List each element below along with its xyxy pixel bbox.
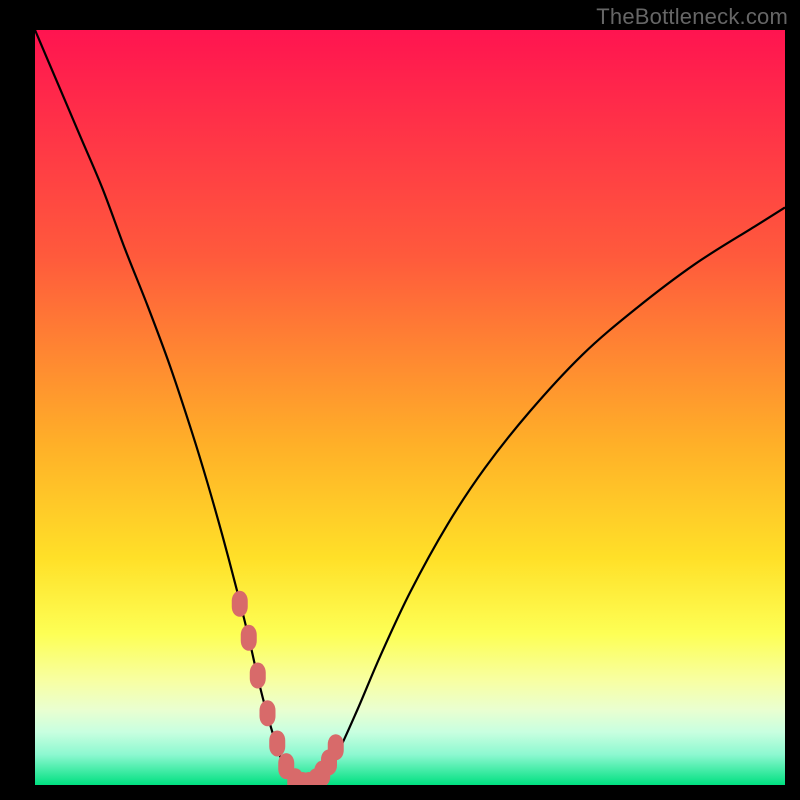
- highlight-marker: [241, 625, 257, 651]
- highlight-marker: [260, 700, 276, 726]
- highlight-marker: [328, 734, 344, 760]
- plot-background: [35, 30, 785, 785]
- highlight-marker: [250, 663, 266, 689]
- chart-stage: { "watermark": "TheBottleneck.com", "cha…: [0, 0, 800, 800]
- bottleneck-curve-chart: [0, 0, 800, 800]
- highlight-marker: [232, 591, 248, 617]
- watermark-text: TheBottleneck.com: [596, 4, 788, 30]
- highlight-marker: [269, 730, 285, 756]
